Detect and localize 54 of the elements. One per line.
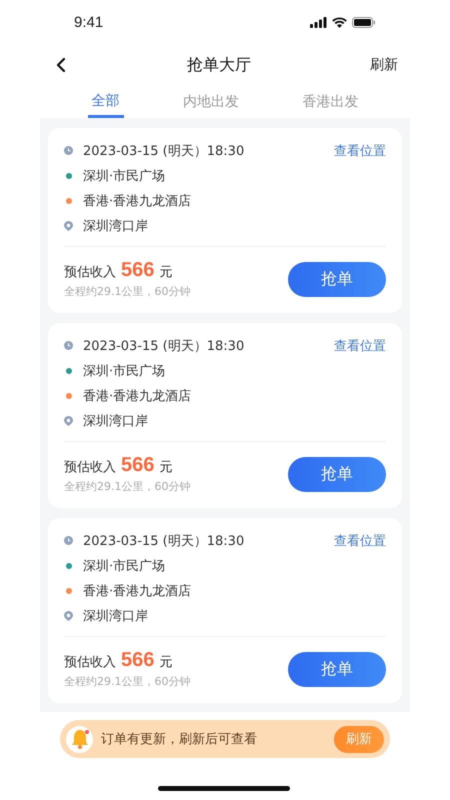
grab-order-button[interactable]: 抢单: [288, 456, 386, 492]
stop-name: 深圳·市民广场: [83, 168, 166, 184]
stop-name: 深圳·市民广场: [83, 362, 166, 380]
bell-icon: [66, 726, 93, 752]
income-amount: 566: [121, 454, 154, 477]
currency-unit: 元: [159, 654, 172, 671]
stop-name: 香港·香港九龙酒店: [83, 192, 192, 210]
stop-name: 深圳湾口岸: [83, 412, 149, 430]
page-title: 抢单大厅: [187, 54, 251, 76]
notice-refresh-button[interactable]: 刷新: [334, 726, 384, 752]
stop-name: 深圳湾口岸: [83, 608, 149, 624]
end-dot-icon: [66, 198, 72, 204]
income-amount: 566: [121, 259, 154, 282]
grab-order-button[interactable]: 抢单: [288, 262, 386, 296]
tab[interactable]: 内地出发: [178, 86, 243, 118]
income-label: 预估收入: [64, 459, 116, 476]
trip-summary: 全程约29.1公里，60分钟: [64, 674, 190, 689]
clock-icon: [64, 146, 73, 155]
view-location-link[interactable]: 查看位置: [334, 532, 386, 550]
stop-name: 深圳·市民广场: [83, 558, 166, 574]
clock-icon: [64, 536, 73, 545]
view-location-link[interactable]: 查看位置: [334, 336, 386, 354]
stop-name: 深圳湾口岸: [83, 218, 149, 234]
end-dot-icon: [66, 392, 72, 398]
trip-summary: 全程约29.1公里，60分钟: [64, 479, 190, 494]
status-time: 9:41: [74, 14, 104, 30]
notice-text: 订单有更新，刷新后可查看: [101, 731, 258, 748]
end-dot-icon: [66, 588, 72, 594]
refresh-button[interactable]: 刷新: [370, 56, 398, 74]
start-dot-icon: [66, 562, 72, 568]
income-label: 预估收入: [64, 654, 116, 671]
view-location-link[interactable]: 查看位置: [334, 142, 386, 160]
start-dot-icon: [66, 368, 72, 374]
stop-name: 香港·香港九龙酒店: [83, 582, 192, 600]
order-time: 2023-03-15 (明天）18:30: [83, 338, 246, 354]
location-pin-icon: [64, 416, 73, 426]
wifi-icon: [332, 16, 347, 28]
income-label: 预估收入: [64, 264, 116, 281]
stop-name: 香港·香港九龙酒店: [83, 388, 192, 404]
start-dot-icon: [66, 172, 72, 178]
grab-order-button[interactable]: 抢单: [288, 652, 386, 686]
currency-unit: 元: [159, 264, 172, 281]
order-time: 2023-03-15 (明天）18:30: [83, 142, 246, 160]
income-amount: 566: [121, 649, 154, 672]
order-time: 2023-03-15 (明天）18:30: [83, 532, 246, 550]
back-button[interactable]: [54, 55, 68, 75]
location-pin-icon: [64, 610, 73, 620]
trip-summary: 全程约29.1公里，60分钟: [64, 284, 190, 299]
battery-icon: [352, 16, 376, 28]
clock-icon: [64, 341, 73, 350]
currency-unit: 元: [159, 459, 172, 476]
location-pin-icon: [64, 220, 73, 230]
signal-icon: [310, 16, 327, 28]
tab[interactable]: 香港出发: [298, 86, 362, 118]
